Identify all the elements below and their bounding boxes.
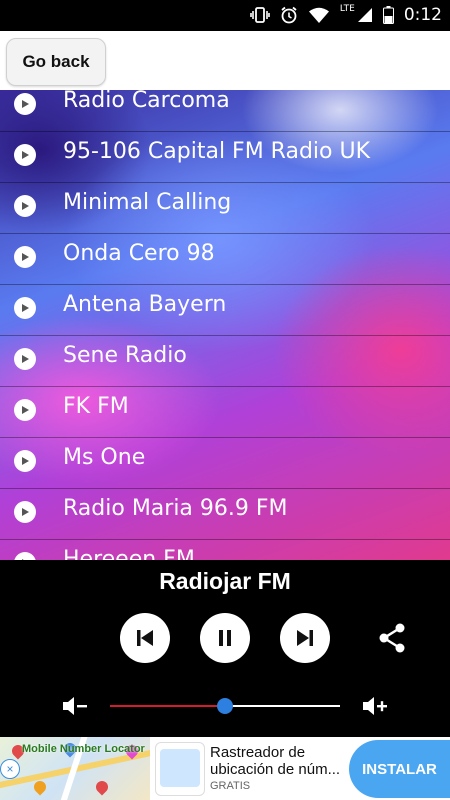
- station-name: Minimal Calling: [63, 190, 232, 215]
- station-name: Radio Maria 96.9 FM: [63, 496, 288, 521]
- play-icon[interactable]: [14, 144, 36, 166]
- pause-button[interactable]: [200, 613, 250, 663]
- station-item[interactable]: Radio Maria 96.9 FM: [0, 488, 450, 540]
- station-name: Radio Carcoma: [63, 90, 230, 113]
- play-icon[interactable]: [14, 195, 36, 217]
- station-name: Hereeen FM: [63, 547, 195, 560]
- map-pin-icon: [93, 778, 111, 796]
- station-name: FK FM: [63, 394, 129, 419]
- play-icon[interactable]: [14, 297, 36, 319]
- play-icon[interactable]: [14, 399, 36, 421]
- ad-banner[interactable]: Mobile Number Locator × Rastreador de ub…: [0, 737, 450, 800]
- station-item[interactable]: Minimal Calling: [0, 182, 450, 234]
- player-panel: Radiojar FM: [0, 560, 450, 737]
- map-pin-icon: [31, 778, 49, 796]
- wifi-icon: [308, 7, 330, 23]
- play-icon[interactable]: [14, 348, 36, 370]
- station-item[interactable]: Onda Cero 98: [0, 233, 450, 285]
- now-playing-title: Radiojar FM: [159, 568, 291, 594]
- ad-info-icon[interactable]: ×: [0, 759, 20, 779]
- play-icon[interactable]: [14, 552, 36, 560]
- go-back-button[interactable]: Go back: [6, 38, 106, 86]
- volume-up-icon[interactable]: [362, 696, 390, 720]
- station-item[interactable]: Sene Radio: [0, 335, 450, 387]
- ad-image[interactable]: Mobile Number Locator ×: [0, 737, 150, 800]
- station-list[interactable]: Radio Carcoma 95-106 Capital FM Radio UK…: [0, 90, 450, 560]
- station-item[interactable]: FK FM: [0, 386, 450, 438]
- previous-button[interactable]: [120, 613, 170, 663]
- volume-thumb[interactable]: [217, 698, 233, 714]
- volume-slider[interactable]: [110, 698, 340, 714]
- ad-title[interactable]: Rastreador de ubicación de núm...: [210, 744, 350, 778]
- alarm-icon: [280, 6, 298, 24]
- play-icon[interactable]: [14, 501, 36, 523]
- top-bar: Go back: [0, 31, 450, 90]
- station-item[interactable]: 95-106 Capital FM Radio UK: [0, 131, 450, 183]
- station-item[interactable]: Ms One: [0, 437, 450, 489]
- volume-fill: [110, 705, 225, 707]
- previous-icon: [137, 630, 153, 646]
- ad-app-name: Mobile Number Locator: [22, 743, 145, 755]
- status-bar: LTE 0:12: [0, 0, 450, 31]
- next-icon: [297, 630, 313, 646]
- station-name: Onda Cero 98: [63, 241, 215, 266]
- signal-icon: [357, 7, 373, 23]
- ad-app-icon[interactable]: [155, 742, 205, 796]
- station-name: Sene Radio: [63, 343, 187, 368]
- station-item[interactable]: Radio Carcoma: [0, 90, 450, 132]
- play-icon[interactable]: [14, 246, 36, 268]
- next-button[interactable]: [280, 613, 330, 663]
- ad-subtitle: GRATIS: [210, 780, 251, 792]
- station-name: 95-106 Capital FM Radio UK: [63, 139, 371, 164]
- clock: 0:12: [403, 5, 442, 25]
- ad-install-button[interactable]: INSTALAR: [349, 740, 450, 798]
- share-button[interactable]: [378, 623, 406, 657]
- station-item[interactable]: Hereeen FM: [0, 539, 450, 560]
- play-icon[interactable]: [14, 450, 36, 472]
- battery-icon: [382, 6, 394, 24]
- play-icon[interactable]: [14, 93, 36, 115]
- volume-down-icon[interactable]: [62, 696, 90, 720]
- station-item[interactable]: Antena Bayern: [0, 284, 450, 336]
- share-icon: [379, 623, 405, 653]
- network-type: LTE: [339, 4, 355, 14]
- station-name: Ms One: [63, 445, 146, 470]
- vibrate-icon: [250, 7, 270, 23]
- station-name: Antena Bayern: [63, 292, 227, 317]
- pause-icon: [219, 630, 231, 646]
